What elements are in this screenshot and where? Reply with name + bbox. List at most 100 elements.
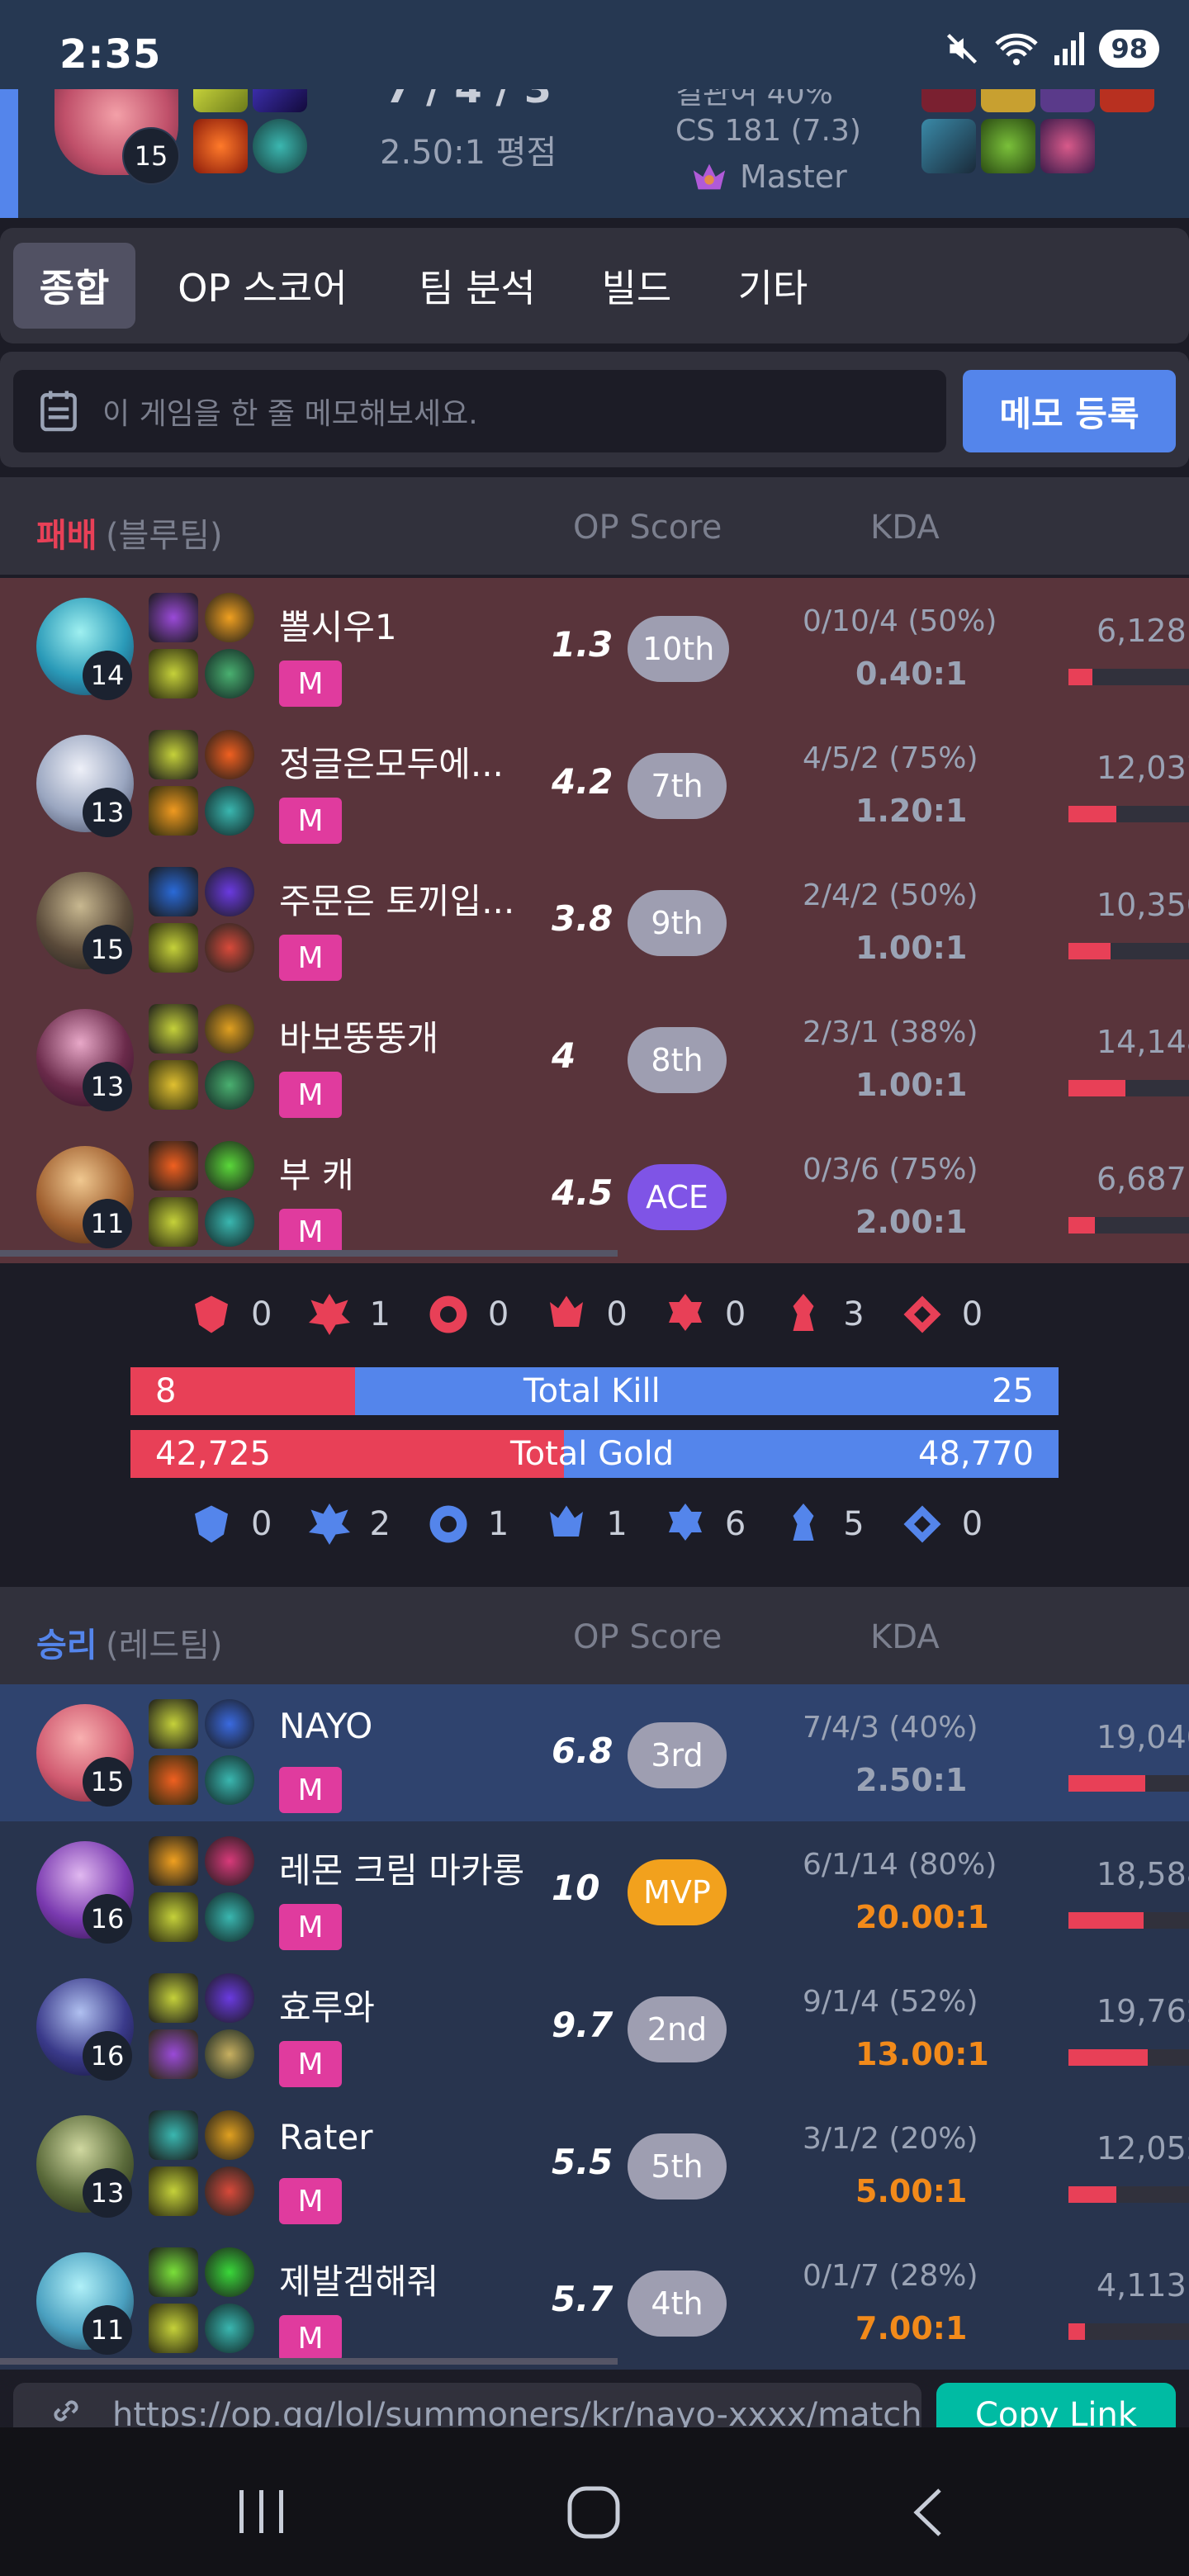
inhibitor-icon <box>903 1505 941 1543</box>
damage-bar <box>1068 669 1189 685</box>
summoner-spell-icon[interactable] <box>149 1892 198 1942</box>
summoner-name[interactable]: Rater <box>279 2117 373 2157</box>
summoner-spell-icon[interactable] <box>149 923 198 973</box>
summoner-name[interactable]: 레몬 크림 마카롱 <box>279 1843 524 1893</box>
team-side: (블루팀) <box>106 517 223 555</box>
player-row[interactable]: 16 레몬 크림 마카롱 M 10 MVP 6/1/14 (80%) 20.00:1 18,5… <box>0 1821 1189 1958</box>
tab-build[interactable]: 빌드 <box>583 243 690 329</box>
summoner-name[interactable]: 효루와 <box>279 1980 375 2030</box>
tier-badge: M <box>279 1767 342 1813</box>
share-url[interactable]: https://op.gg/lol/summoners/kr/nayo-xxxx… <box>13 2383 921 2432</box>
home-icon[interactable] <box>566 2485 621 2540</box>
kda-detail: 2/3/1 (38%) <box>803 1016 978 1049</box>
memo-submit-button[interactable]: 메모 등록 <box>963 370 1176 452</box>
summoner-name[interactable]: 주문은 토끼입... <box>279 874 514 924</box>
damage-bar-fill <box>1068 1912 1144 1929</box>
summoner-spell-icon[interactable] <box>149 786 198 836</box>
copy-link-button[interactable]: Copy Link <box>936 2383 1176 2432</box>
tab-etc[interactable]: 기타 <box>715 243 831 329</box>
recents-icon[interactable] <box>234 2487 289 2536</box>
horizontal-scrollbar[interactable] <box>0 1250 618 1257</box>
summoner-name[interactable]: 정글은모두에... <box>279 736 504 787</box>
secondary-rune-icon[interactable] <box>205 1060 254 1110</box>
summoner-spell-icon[interactable] <box>149 593 198 642</box>
player-row[interactable]: 13 Rater M 5.5 5th 3/1/2 (20%) 5.00:1 12,052 <box>0 2095 1189 2233</box>
objective-count: 1 <box>606 1505 628 1543</box>
summoner-spell-icon[interactable] <box>149 1060 198 1110</box>
share-bar: https://op.gg/lol/summoners/kr/nayo-xxxx… <box>0 2383 1189 2432</box>
summoner-name[interactable]: 뽈시우1 <box>279 599 397 650</box>
rune-icon[interactable] <box>205 730 254 779</box>
tab-team-analysis[interactable]: 팀 분석 <box>395 243 560 329</box>
summoner-spell-icon[interactable] <box>149 1973 198 2023</box>
tier-badge: M <box>279 2178 342 2224</box>
summoner-spell-icon[interactable] <box>149 2304 198 2353</box>
rune-icon[interactable] <box>205 1699 254 1749</box>
player-row[interactable]: 13 바보뚱뚱개 M 4 8th 2/3/1 (38%) 1.00:1 14,148 <box>0 989 1189 1126</box>
player-row[interactable]: 14 뽈시우1 M 1.3 10th 0/10/4 (50%) 0.40:1 6,128 <box>0 578 1189 715</box>
rune-icon[interactable] <box>205 593 254 642</box>
champion-level: 11 <box>83 1199 132 1248</box>
summoner-spell-icon[interactable] <box>149 2247 198 2297</box>
kda-detail: 6/1/14 (80%) <box>803 1848 997 1882</box>
secondary-rune-icon[interactable] <box>205 1197 254 1247</box>
player-row[interactable]: 11 제발겜해줘 M 5.7 4th 0/1/7 (28%) 7.00:1 4,113 <box>0 2233 1189 2370</box>
rune-icon[interactable] <box>205 1973 254 2023</box>
rune-icon[interactable] <box>205 2247 254 2297</box>
rune-icon[interactable] <box>205 1141 254 1191</box>
summoner-name[interactable]: 부 캐 <box>279 1148 354 1198</box>
wifi-icon <box>995 33 1039 65</box>
summoner-spell-icon[interactable] <box>149 1755 198 1805</box>
kda-ratio: 0.40:1 <box>855 656 968 692</box>
tier-badge: M <box>279 935 342 981</box>
rune-icon[interactable] <box>205 2110 254 2160</box>
gold-label: Total Gold <box>510 1435 675 1473</box>
master-tier-icon <box>693 163 726 190</box>
player-row[interactable]: 11 부 캐 M 4.5 ACE 0/3/6 (75%) 2.00:1 6,687 <box>0 1126 1189 1263</box>
summoner-spell-icon[interactable] <box>149 2110 198 2160</box>
secondary-rune-icon[interactable] <box>205 1755 254 1805</box>
secondary-rune-icon[interactable] <box>205 2304 254 2353</box>
baron-icon <box>550 1295 584 1327</box>
damage-bar-fill <box>1068 1080 1125 1096</box>
rune-icon[interactable] <box>205 867 254 916</box>
summoner-spell-icon[interactable] <box>149 2166 198 2216</box>
secondary-rune-icon[interactable] <box>205 649 254 698</box>
secondary-rune-icon[interactable] <box>205 2166 254 2216</box>
rune-icon[interactable] <box>205 1004 254 1054</box>
summoner-spell-icon[interactable] <box>149 1141 198 1191</box>
memo-input[interactable]: 이 게임을 한 줄 메모해보세요. <box>13 370 946 452</box>
summoner-name[interactable]: 제발겜해줘 <box>279 2254 438 2304</box>
secondary-rune-icon[interactable] <box>205 786 254 836</box>
summoner-name[interactable]: 바보뚱뚱개 <box>279 1011 438 1061</box>
tower-icon <box>793 1294 814 1331</box>
summoner-spell-icon[interactable] <box>149 1699 198 1749</box>
horizontal-scrollbar[interactable] <box>0 2358 618 2365</box>
secondary-rune-icon[interactable] <box>205 2029 254 2079</box>
kda-ratio: 2.00:1 <box>855 1204 968 1240</box>
summoner-spell-icon[interactable] <box>149 1836 198 1886</box>
secondary-rune-icon[interactable] <box>205 923 254 973</box>
rune-icon[interactable] <box>205 1836 254 1886</box>
kda-detail: 3/1/2 (20%) <box>803 2122 978 2156</box>
tab-overview[interactable]: 종합 <box>13 243 135 329</box>
tab-op-score[interactable]: OP 스코어 <box>157 243 368 329</box>
player-row[interactable]: 16 효루와 M 9.7 2nd 9/1/4 (52%) 13.00:1 19,762 <box>0 1958 1189 2095</box>
player-row[interactable]: 15 주문은 토끼입... M 3.8 9th 2/4/2 (50%) 1.00:1 10,3… <box>0 852 1189 989</box>
back-icon[interactable] <box>907 2485 948 2540</box>
summoner-spell-icon[interactable] <box>149 730 198 779</box>
summoner-name[interactable]: NAYO <box>279 1706 372 1746</box>
kda-ratio: 2.50:1 <box>855 1762 968 1798</box>
champion-level: 13 <box>83 788 132 837</box>
summoner-spell-icon[interactable] <box>149 2029 198 2079</box>
damage-bar-fill <box>1068 669 1093 685</box>
summoner-spell-icon[interactable] <box>149 1004 198 1054</box>
summoner-spell-icon[interactable] <box>149 1197 198 1247</box>
summoner-spell-icon[interactable] <box>149 649 198 698</box>
objective-count: 0 <box>251 1505 272 1543</box>
player-row[interactable]: 15 NAYO M 6.8 3rd 7/4/3 (40%) 2.50:1 19,040 <box>0 1684 1189 1821</box>
player-row[interactable]: 13 정글은모두에... M 4.2 7th 4/5/2 (75%) 1.20:1 12,03… <box>0 715 1189 852</box>
secondary-rune-icon[interactable] <box>205 1892 254 1942</box>
summoner-spell-icon[interactable] <box>149 867 198 916</box>
grub-icon <box>195 1295 228 1333</box>
